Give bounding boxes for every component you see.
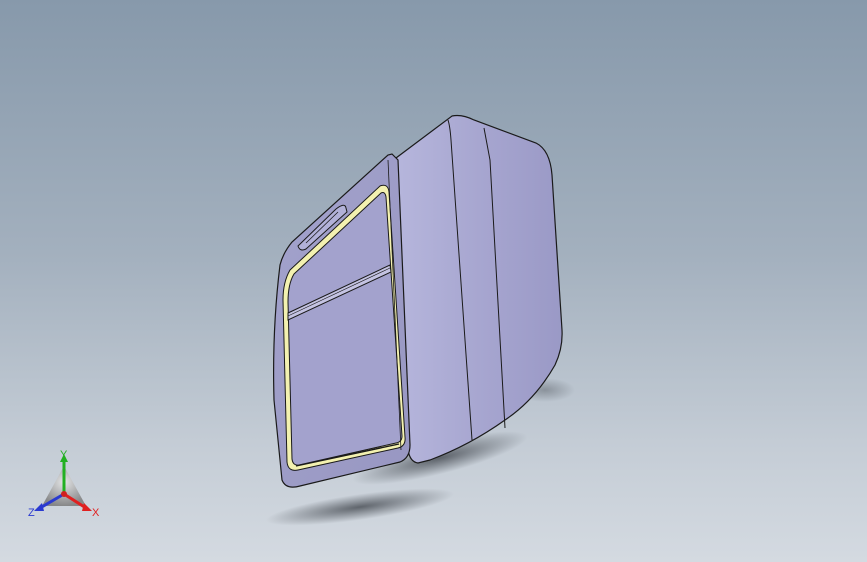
y-axis-label: Y bbox=[60, 449, 68, 461]
door-side-panel bbox=[395, 114, 563, 464]
x-axis-label: X bbox=[92, 507, 100, 519]
shadow-near bbox=[265, 488, 455, 526]
door-model[interactable] bbox=[0, 0, 867, 562]
z-axis-arrow bbox=[34, 503, 44, 511]
cad-viewport[interactable]: Y X Z bbox=[0, 0, 867, 562]
triad-origin bbox=[61, 491, 67, 497]
coordinate-triad[interactable]: Y X Z bbox=[24, 446, 104, 526]
z-axis-label: Z bbox=[28, 507, 35, 519]
